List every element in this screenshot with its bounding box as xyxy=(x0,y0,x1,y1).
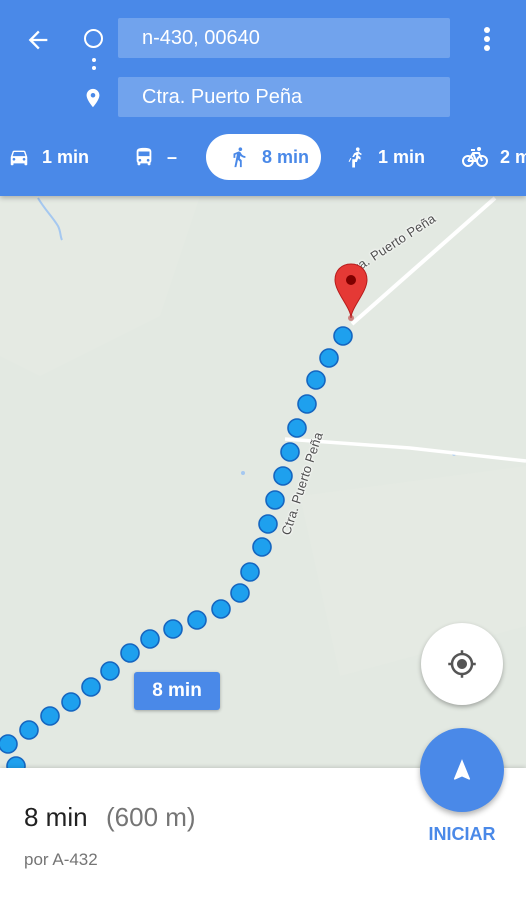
navigation-arrow-icon xyxy=(453,759,471,780)
bike-icon xyxy=(462,147,488,167)
my-location-icon xyxy=(448,650,476,678)
start-navigation-button[interactable] xyxy=(420,728,504,812)
tab-drive-label: 1 min xyxy=(42,146,90,167)
arrow-left-icon xyxy=(28,30,48,50)
destination-marker-icon[interactable] xyxy=(333,262,369,322)
walk-icon xyxy=(233,147,246,168)
ride-icon xyxy=(348,147,362,168)
directions-header: n-430, 00640 Ctra. Puerto Peña 1 min – 8… xyxy=(0,0,526,196)
location-pin-icon xyxy=(82,86,104,110)
route-distance: (600 m) xyxy=(106,802,196,832)
more-vert-icon xyxy=(484,27,490,51)
my-location-button[interactable] xyxy=(421,623,503,705)
transit-icon xyxy=(136,147,152,166)
tab-bike-label: 2 m xyxy=(500,146,526,167)
more-options-button[interactable] xyxy=(472,20,502,58)
tab-transit[interactable]: – xyxy=(133,134,177,180)
tab-drive[interactable]: 1 min xyxy=(8,134,89,180)
tab-walk-label: 8 min xyxy=(262,146,310,167)
tab-transit-label: – xyxy=(167,146,178,167)
start-label[interactable]: INICIAR xyxy=(412,824,512,845)
route-via: por A-432 xyxy=(24,850,98,869)
tab-walk[interactable]: 8 min xyxy=(206,134,321,180)
tab-ride-label: 1 min xyxy=(378,146,426,167)
car-icon xyxy=(10,150,28,166)
route-duration: 8 min xyxy=(24,802,88,832)
back-button[interactable] xyxy=(18,22,58,58)
route-duration-bubble[interactable]: 8 min xyxy=(134,672,220,710)
tab-ride[interactable]: 1 min xyxy=(344,134,425,180)
origin-input[interactable]: n-430, 00640 xyxy=(118,18,450,58)
origin-circle-icon xyxy=(84,29,103,48)
route-connector-dots xyxy=(91,58,96,78)
tab-bike[interactable]: 2 m xyxy=(462,134,526,180)
map-view[interactable]: Ctra. Puerto Peña Ctra. Puerto Peña 8 mi… xyxy=(0,196,526,768)
destination-input[interactable]: Ctra. Puerto Peña xyxy=(118,77,450,117)
